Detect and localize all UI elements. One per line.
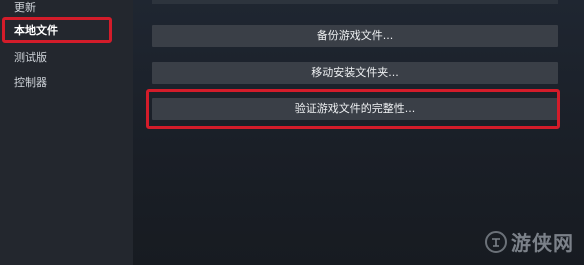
sidebar: 更新 本地文件 测试版 控制器 (0, 0, 133, 265)
watermark: 游侠网 (485, 227, 574, 256)
highlight-box-local-files (2, 17, 112, 43)
move-install-folder-button[interactable]: 移动安装文件夹... (152, 62, 558, 84)
top-divider (152, 0, 558, 4)
app-window: 更新 本地文件 测试版 控制器 备份游戏文件... 移动安装文件夹... 验证游… (0, 0, 584, 265)
watermark-glyph-icon (492, 237, 500, 247)
sidebar-item-betas[interactable]: 测试版 (14, 51, 47, 65)
sidebar-item-controller[interactable]: 控制器 (14, 76, 47, 90)
sidebar-item-updates[interactable]: 更新 (14, 1, 36, 15)
watermark-text: 游侠网 (511, 231, 574, 255)
watermark-logo-icon (485, 230, 507, 253)
highlight-box-verify (146, 89, 560, 129)
backup-game-files-button[interactable]: 备份游戏文件... (152, 25, 558, 47)
